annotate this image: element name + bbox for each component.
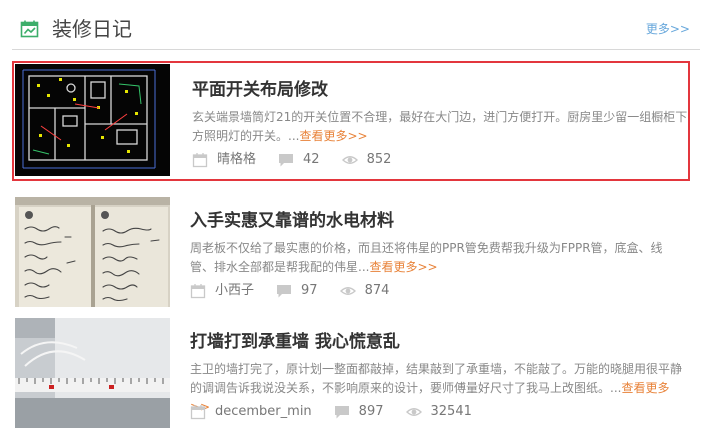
floor-plan-image [15, 64, 170, 176]
section-title: 装修日记 [52, 17, 132, 41]
eye-icon [339, 286, 356, 295]
wall-measuring-tape-image [15, 318, 170, 428]
comment-icon [334, 405, 349, 418]
view-count-value: 874 [364, 283, 390, 298]
comment-count: 97 [276, 280, 318, 302]
diary-item[interactable]: 平面开关布局修改 玄关端景墙筒灯21的开关位置不合理，最好在大门边，进门方便打开… [12, 61, 690, 181]
read-more-link[interactable]: 查看更多>> [299, 129, 367, 143]
comment-count: 897 [334, 401, 384, 423]
diary-icon [20, 20, 39, 38]
item-description: 周老板不仅给了最实惠的价格，而且还将伟星的PPR管免费帮我升级为FPPR管，底盒… [190, 239, 686, 277]
diary-item[interactable]: 入手实惠又靠谱的水电材料 周老板不仅给了最实惠的价格，而且还将伟星的PPR管免费… [12, 194, 690, 314]
more-link[interactable]: 更多>> [646, 21, 690, 37]
calendar-icon [192, 152, 208, 167]
header-divider [12, 49, 700, 50]
author-name[interactable]: december_min [215, 404, 312, 419]
view-count: 852 [341, 149, 392, 171]
calendar-icon [190, 283, 206, 298]
item-title[interactable]: 打墙打到承重墙 我心慌意乱 [190, 330, 400, 354]
author: 晴格格 [192, 149, 256, 171]
read-more-link[interactable]: 查看更多>> [369, 260, 437, 274]
notebook-thumbnail[interactable] [15, 197, 170, 307]
comment-icon [279, 153, 294, 166]
eye-icon [341, 155, 358, 164]
item-meta: 晴格格 42 852 [192, 149, 391, 171]
author-name[interactable]: 晴格格 [217, 152, 256, 167]
calendar-icon [190, 404, 206, 419]
author: 小西子 [190, 280, 254, 302]
view-count: 32541 [405, 401, 472, 423]
item-description-text: 主卫的墙打完了，原计划一整面都敲掉，结果敲到了承重墙，不能敲了。万能的晓腿用很平… [190, 362, 683, 395]
view-count-value: 32541 [430, 404, 472, 419]
handwritten-notebook-image [15, 197, 170, 307]
comment-count: 42 [278, 149, 320, 171]
author: december_min [190, 401, 312, 423]
wall-thumbnail[interactable] [15, 318, 170, 428]
view-count-value: 852 [366, 152, 392, 167]
item-title[interactable]: 平面开关布局修改 [192, 78, 328, 102]
item-description-text: 玄关端景墙筒灯21的开关位置不合理，最好在大门边，进门方便打开。厨房里少留一组橱… [192, 110, 688, 143]
comment-icon [277, 284, 292, 297]
author-name[interactable]: 小西子 [215, 283, 254, 298]
comment-count-value: 97 [301, 283, 318, 298]
comment-count-value: 897 [358, 404, 384, 419]
item-meta: december_min 897 32541 [190, 401, 472, 423]
section-header: 装修日记 更多>> [0, 0, 712, 50]
eye-icon [405, 407, 422, 416]
item-title[interactable]: 入手实惠又靠谱的水电材料 [190, 209, 394, 233]
item-description: 玄关端景墙筒灯21的开关位置不合理，最好在大门边，进门方便打开。厨房里少留一组橱… [192, 108, 688, 146]
floor-plan-thumbnail[interactable] [15, 64, 170, 176]
item-meta: 小西子 97 874 [190, 280, 389, 302]
view-count: 874 [339, 280, 390, 302]
diary-item[interactable]: 打墙打到承重墙 我心慌意乱 主卫的墙打完了，原计划一整面都敲掉，结果敲到了承重墙… [12, 315, 690, 435]
comment-count-value: 42 [303, 152, 320, 167]
